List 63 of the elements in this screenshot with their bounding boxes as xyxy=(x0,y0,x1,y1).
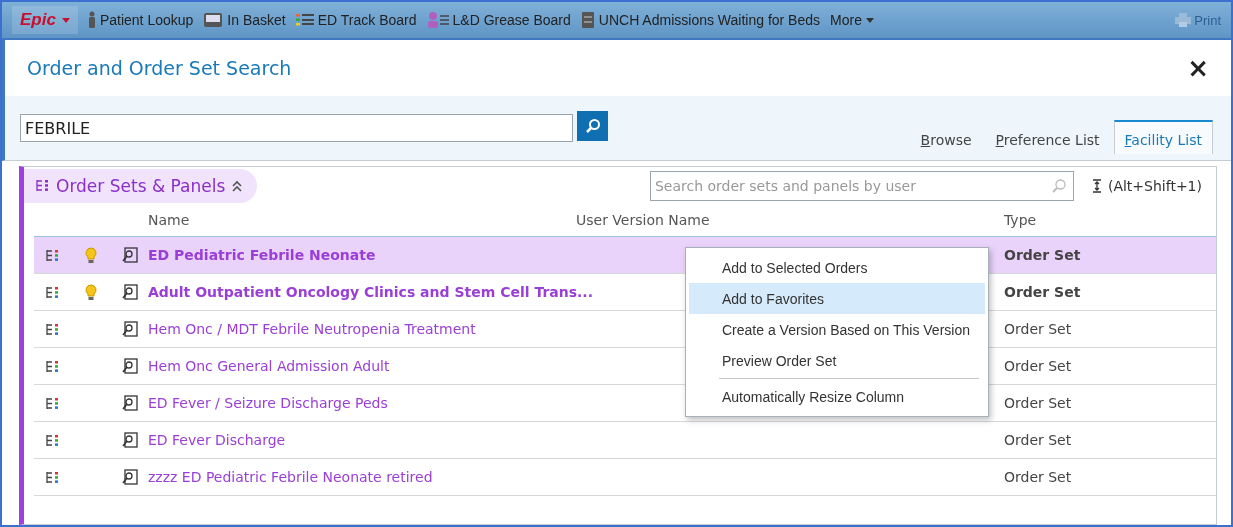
person-icon xyxy=(87,11,96,29)
search-icon xyxy=(584,118,601,134)
order-set-name: ED Fever / Seizure Discharge Peds xyxy=(148,395,388,411)
order-set-icon xyxy=(46,396,60,410)
order-set-name: Hem Onc General Admission Adult xyxy=(148,358,390,374)
tab[interactable]: Facility List xyxy=(1113,120,1213,154)
collapse-icon xyxy=(231,179,244,192)
person-list-icon xyxy=(426,11,449,29)
column-header[interactable]: Type xyxy=(1004,212,1216,228)
order-set-name: ED Fever Discharge xyxy=(148,432,286,448)
user-search-field[interactable]: Search order sets and panels by user xyxy=(649,170,1074,201)
type-cell-text: Order Set xyxy=(1004,469,1073,485)
order-set-icon xyxy=(36,179,50,192)
printer-icon xyxy=(1175,13,1192,27)
toolbar-button[interactable]: L&D Grease Board xyxy=(426,11,571,29)
order-set-icon xyxy=(46,248,60,262)
order-set-icon xyxy=(46,433,60,447)
book-icon xyxy=(580,11,595,29)
type-cell-text: Order Set xyxy=(1004,395,1073,411)
toolbar-button[interactable]: UNCH Admissions Waiting for Beds xyxy=(580,11,821,29)
caret-icon xyxy=(865,17,874,23)
order-set-name: Hem Onc / MDT Febrile Neutropenia Treatment xyxy=(148,321,476,337)
order-set-icon xyxy=(46,359,60,373)
menu-item[interactable]: Preview Order Set xyxy=(689,345,985,376)
list-icon xyxy=(295,13,314,27)
toolbar-button[interactable]: Patient Lookup xyxy=(87,11,194,29)
preview-icon[interactable] xyxy=(120,246,138,264)
order-set-name: ED Pediatric Febrile Neonate xyxy=(148,247,376,263)
order-set-icon xyxy=(46,285,60,299)
jump-icon xyxy=(1091,178,1102,193)
caret-icon xyxy=(61,17,70,23)
type-cell-text: Order Set xyxy=(1004,247,1082,263)
section-header-button[interactable]: Order Sets & Panels xyxy=(24,168,258,203)
preview-icon[interactable] xyxy=(120,283,138,301)
preview-icon[interactable] xyxy=(120,394,138,412)
search-button[interactable] xyxy=(577,111,608,141)
type-cell-text: Order Set xyxy=(1004,321,1073,337)
more-menu-button[interactable]: More xyxy=(830,12,874,28)
order-set-icon xyxy=(46,322,60,336)
preview-icon[interactable] xyxy=(120,357,138,375)
jump-shortcut-button[interactable]: (Alt+Shift+1) xyxy=(1091,177,1202,194)
type-cell-text: Order Set xyxy=(1004,284,1082,300)
preview-icon[interactable] xyxy=(120,431,138,449)
inbox-icon xyxy=(203,12,224,28)
order-set-name: Adult Outpatient Oncology Clinics and Stem Cell Trans... xyxy=(148,284,593,300)
toolbar-button[interactable]: ED Track Board xyxy=(295,12,417,28)
toolbar-button[interactable]: In Basket xyxy=(203,12,286,28)
close-button[interactable]: × xyxy=(1187,53,1209,83)
preview-icon[interactable] xyxy=(120,468,138,486)
column-header[interactable]: User Version Name xyxy=(576,212,1004,228)
type-cell-text: Order Set xyxy=(1004,358,1073,374)
preview-icon[interactable] xyxy=(120,320,138,338)
search-icon xyxy=(1050,177,1067,194)
type-cell-text: Order Set xyxy=(1004,432,1073,448)
order-set-name: zzzz ED Pediatric Febrile Neonate retired xyxy=(148,469,433,485)
menu-item[interactable]: Create a Version Based on This Version xyxy=(689,314,985,345)
tab[interactable]: Preference List xyxy=(985,124,1110,154)
search-field[interactable]: FEBRILE xyxy=(20,114,573,142)
menu-item[interactable]: Add to Favorites xyxy=(689,283,985,314)
order-set-icon xyxy=(46,470,60,484)
dialog-title: Order and Order Set Search xyxy=(27,57,292,79)
tab[interactable]: Browse xyxy=(910,124,982,154)
column-header[interactable]: Name xyxy=(148,212,576,228)
